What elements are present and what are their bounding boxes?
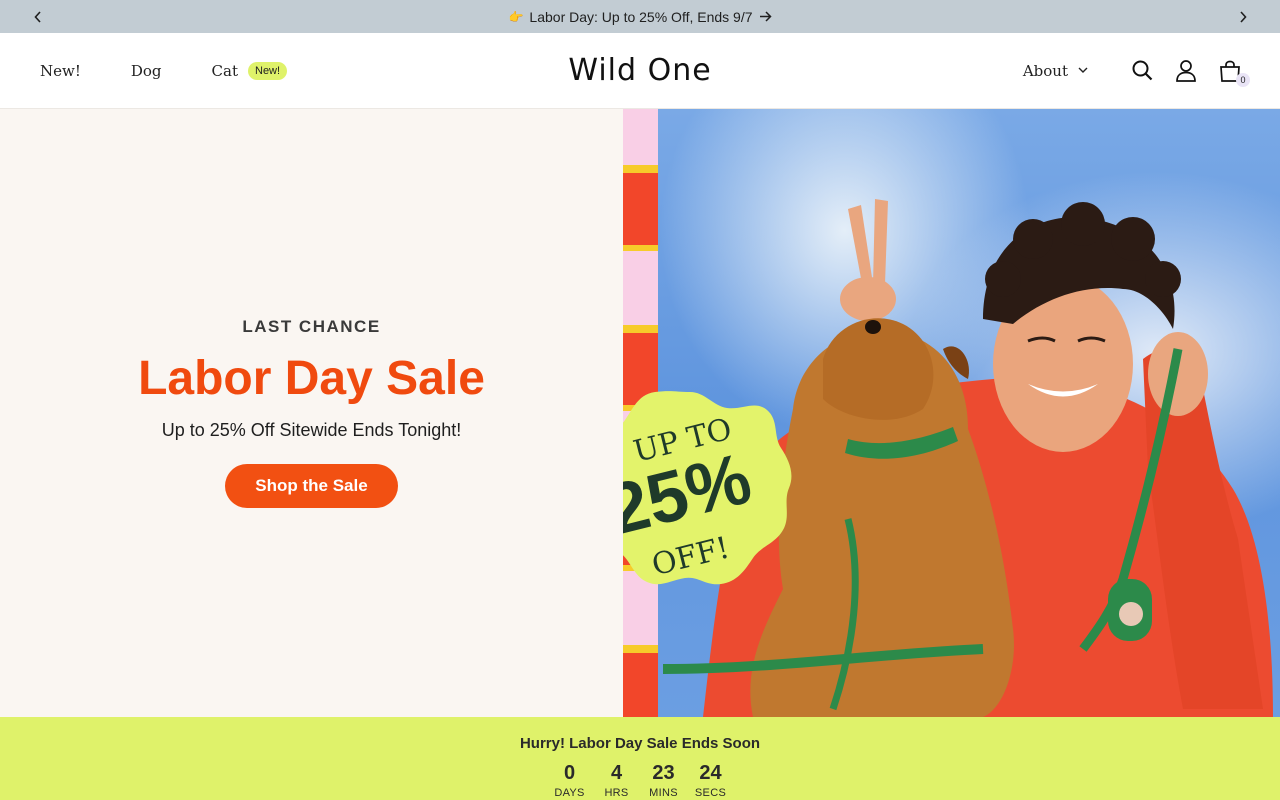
utility-nav: About 0 — [1023, 33, 1250, 108]
main-nav: New! Dog Cat New! — [40, 33, 288, 108]
user-icon — [1176, 59, 1196, 82]
countdown-value: 4 — [610, 762, 623, 784]
hero-title: Labor Day Sale — [138, 351, 485, 405]
nav-item-cat[interactable]: Cat New! — [211, 61, 288, 80]
countdown-label: MINS — [649, 787, 678, 799]
nav-item-label: Cat — [211, 61, 238, 80]
shop-the-sale-button[interactable]: Shop the Sale — [225, 463, 398, 508]
countdown-value: 0 — [563, 762, 576, 784]
search-button[interactable] — [1130, 59, 1154, 83]
countdown-timer: 0 DAYS 4 HRS 23 MINS 24 SECS — [546, 762, 734, 799]
nav-item-label: New! — [40, 61, 81, 80]
search-icon — [1132, 60, 1152, 81]
arrow-right-icon — [759, 11, 772, 22]
countdown-label: HRS — [604, 787, 629, 799]
nav-item-new[interactable]: New! — [40, 62, 81, 80]
nav-item-dog[interactable]: Dog — [131, 62, 162, 80]
site-logo[interactable]: Wild One — [540, 33, 740, 108]
countdown-label: SECS — [694, 787, 727, 799]
about-label: About — [1022, 61, 1068, 80]
new-badge: New! — [248, 61, 288, 80]
announcement-link[interactable]: 👉 Labor Day: Up to 25% Off, Ends 9/7 — [508, 8, 772, 25]
discount-burst-badge: UP TO 25% OFF! — [623, 391, 792, 585]
announcement-text: Labor Day: Up to 25% Off, Ends 9/7 — [529, 8, 753, 25]
countdown-value: 24 — [699, 762, 722, 784]
about-menu[interactable]: About — [1023, 62, 1088, 80]
chevron-left-icon — [33, 10, 41, 23]
sale-countdown: Hurry! Labor Day Sale Ends Soon 0 DAYS 4… — [0, 717, 1280, 800]
hero-subtitle: Up to 25% Off Sitewide Ends Tonight! — [161, 419, 462, 440]
countdown-label: DAYS — [554, 787, 585, 799]
countdown-seconds: 24 SECS — [687, 762, 734, 799]
hero-banner: LAST CHANCE Labor Day Sale Up to 25% Off… — [0, 109, 1280, 717]
announcement-bar: 👉 Labor Day: Up to 25% Off, Ends 9/7 — [0, 0, 1280, 33]
cart-button[interactable]: 0 — [1218, 59, 1250, 87]
announcement-prev-button[interactable] — [21, 0, 54, 33]
chevron-down-icon — [1078, 67, 1088, 73]
countdown-value: 23 — [652, 762, 675, 784]
hero-image[interactable]: UP TO 25% OFF! — [623, 109, 1280, 717]
cart-count-badge: 0 — [1236, 72, 1250, 87]
nav-item-label: Dog — [130, 61, 162, 80]
countdown-hours: 4 HRS — [593, 762, 640, 799]
announcement-next-button[interactable] — [1226, 0, 1259, 33]
chevron-right-icon — [1239, 10, 1247, 23]
site-header: New! Dog Cat New! Wild One About 0 — [0, 33, 1280, 109]
hero-text-panel: LAST CHANCE Labor Day Sale Up to 25% Off… — [0, 109, 623, 717]
hero-eyebrow: LAST CHANCE — [242, 316, 381, 336]
countdown-minutes: 23 MINS — [640, 762, 687, 799]
countdown-title: Hurry! Labor Day Sale Ends Soon — [519, 735, 761, 752]
countdown-days: 0 DAYS — [546, 762, 593, 799]
account-button[interactable] — [1174, 59, 1198, 83]
pointing-hand-icon: 👉 — [508, 9, 524, 24]
